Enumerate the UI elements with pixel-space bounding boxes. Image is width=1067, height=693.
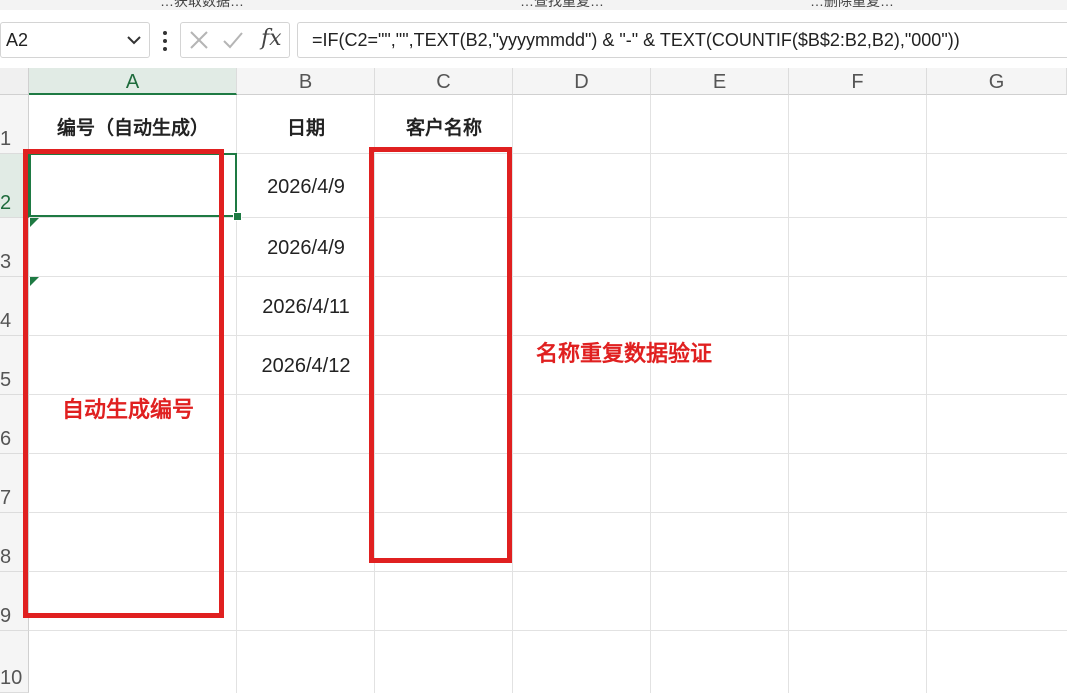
- cell-b5[interactable]: 2026/4/12: [237, 355, 375, 378]
- name-box[interactable]: A2: [0, 22, 150, 58]
- gridline: [29, 630, 1067, 631]
- more-options-icon[interactable]: [158, 28, 172, 54]
- row-number: 9: [0, 605, 12, 627]
- row-number: 4: [0, 310, 12, 332]
- formula-text[interactable]: =IF(C2="","",TEXT(B2,"yyyymmdd") & "-" &…: [312, 30, 960, 51]
- row-number: 7: [0, 487, 12, 509]
- select-all-corner[interactable]: [0, 68, 29, 95]
- ribbon-fragment[interactable]: …获取数据…: [160, 0, 244, 10]
- column-header-a[interactable]: A: [29, 68, 237, 95]
- formula-bar: A2 fx =IF(C2="","",TEXT(B2,"yyyymmdd") &…: [0, 16, 1067, 66]
- annotation-label-left: 自动生成编号: [62, 398, 195, 423]
- annotation-label-right: 名称重复数据验证: [536, 342, 713, 367]
- cell-c1[interactable]: 客户名称: [375, 113, 513, 140]
- cell-b4[interactable]: 2026/4/11: [237, 296, 375, 319]
- chevron-down-icon[interactable]: [125, 29, 143, 51]
- row-header-10[interactable]: 10: [0, 631, 29, 693]
- column-header-g[interactable]: G: [927, 68, 1067, 95]
- fill-handle[interactable]: [233, 212, 242, 221]
- row-number: 10: [0, 667, 23, 689]
- confirm-icon[interactable]: [221, 28, 245, 52]
- row-header-1[interactable]: 1: [0, 95, 29, 154]
- cell-b3[interactable]: 2026/4/9: [237, 237, 375, 260]
- cell-b1[interactable]: 日期: [237, 113, 375, 140]
- cell-a1[interactable]: 编号（自动生成）: [29, 113, 237, 140]
- ribbon-fragment[interactable]: …查找重复…: [520, 0, 604, 10]
- row-number: 8: [0, 546, 12, 568]
- column-header-d[interactable]: D: [513, 68, 651, 95]
- ribbon-fragment[interactable]: …删除重复…: [810, 0, 894, 10]
- annotation-box-column-a: [23, 149, 224, 618]
- annotation-box-column-c: [369, 147, 512, 563]
- row-number: 6: [0, 428, 12, 450]
- column-header-c[interactable]: C: [375, 68, 513, 95]
- formula-input[interactable]: =IF(C2="","",TEXT(B2,"yyyymmdd") & "-" &…: [297, 22, 1067, 58]
- column-header-e[interactable]: E: [651, 68, 789, 95]
- cell-b2[interactable]: 2026/4/9: [237, 176, 375, 199]
- row-number: 3: [0, 251, 12, 273]
- row-number: 2: [0, 192, 12, 214]
- cancel-icon[interactable]: [187, 28, 211, 52]
- ribbon-strip: …获取数据… …查找重复… …删除重复…: [0, 0, 1067, 10]
- column-header-f[interactable]: F: [789, 68, 927, 95]
- column-header-b[interactable]: B: [237, 68, 375, 95]
- formula-controls: fx: [180, 22, 290, 58]
- insert-function-icon[interactable]: fx: [261, 26, 282, 51]
- name-box-value[interactable]: A2: [6, 30, 28, 51]
- row-number: 5: [0, 369, 12, 391]
- row-number: 1: [0, 128, 12, 150]
